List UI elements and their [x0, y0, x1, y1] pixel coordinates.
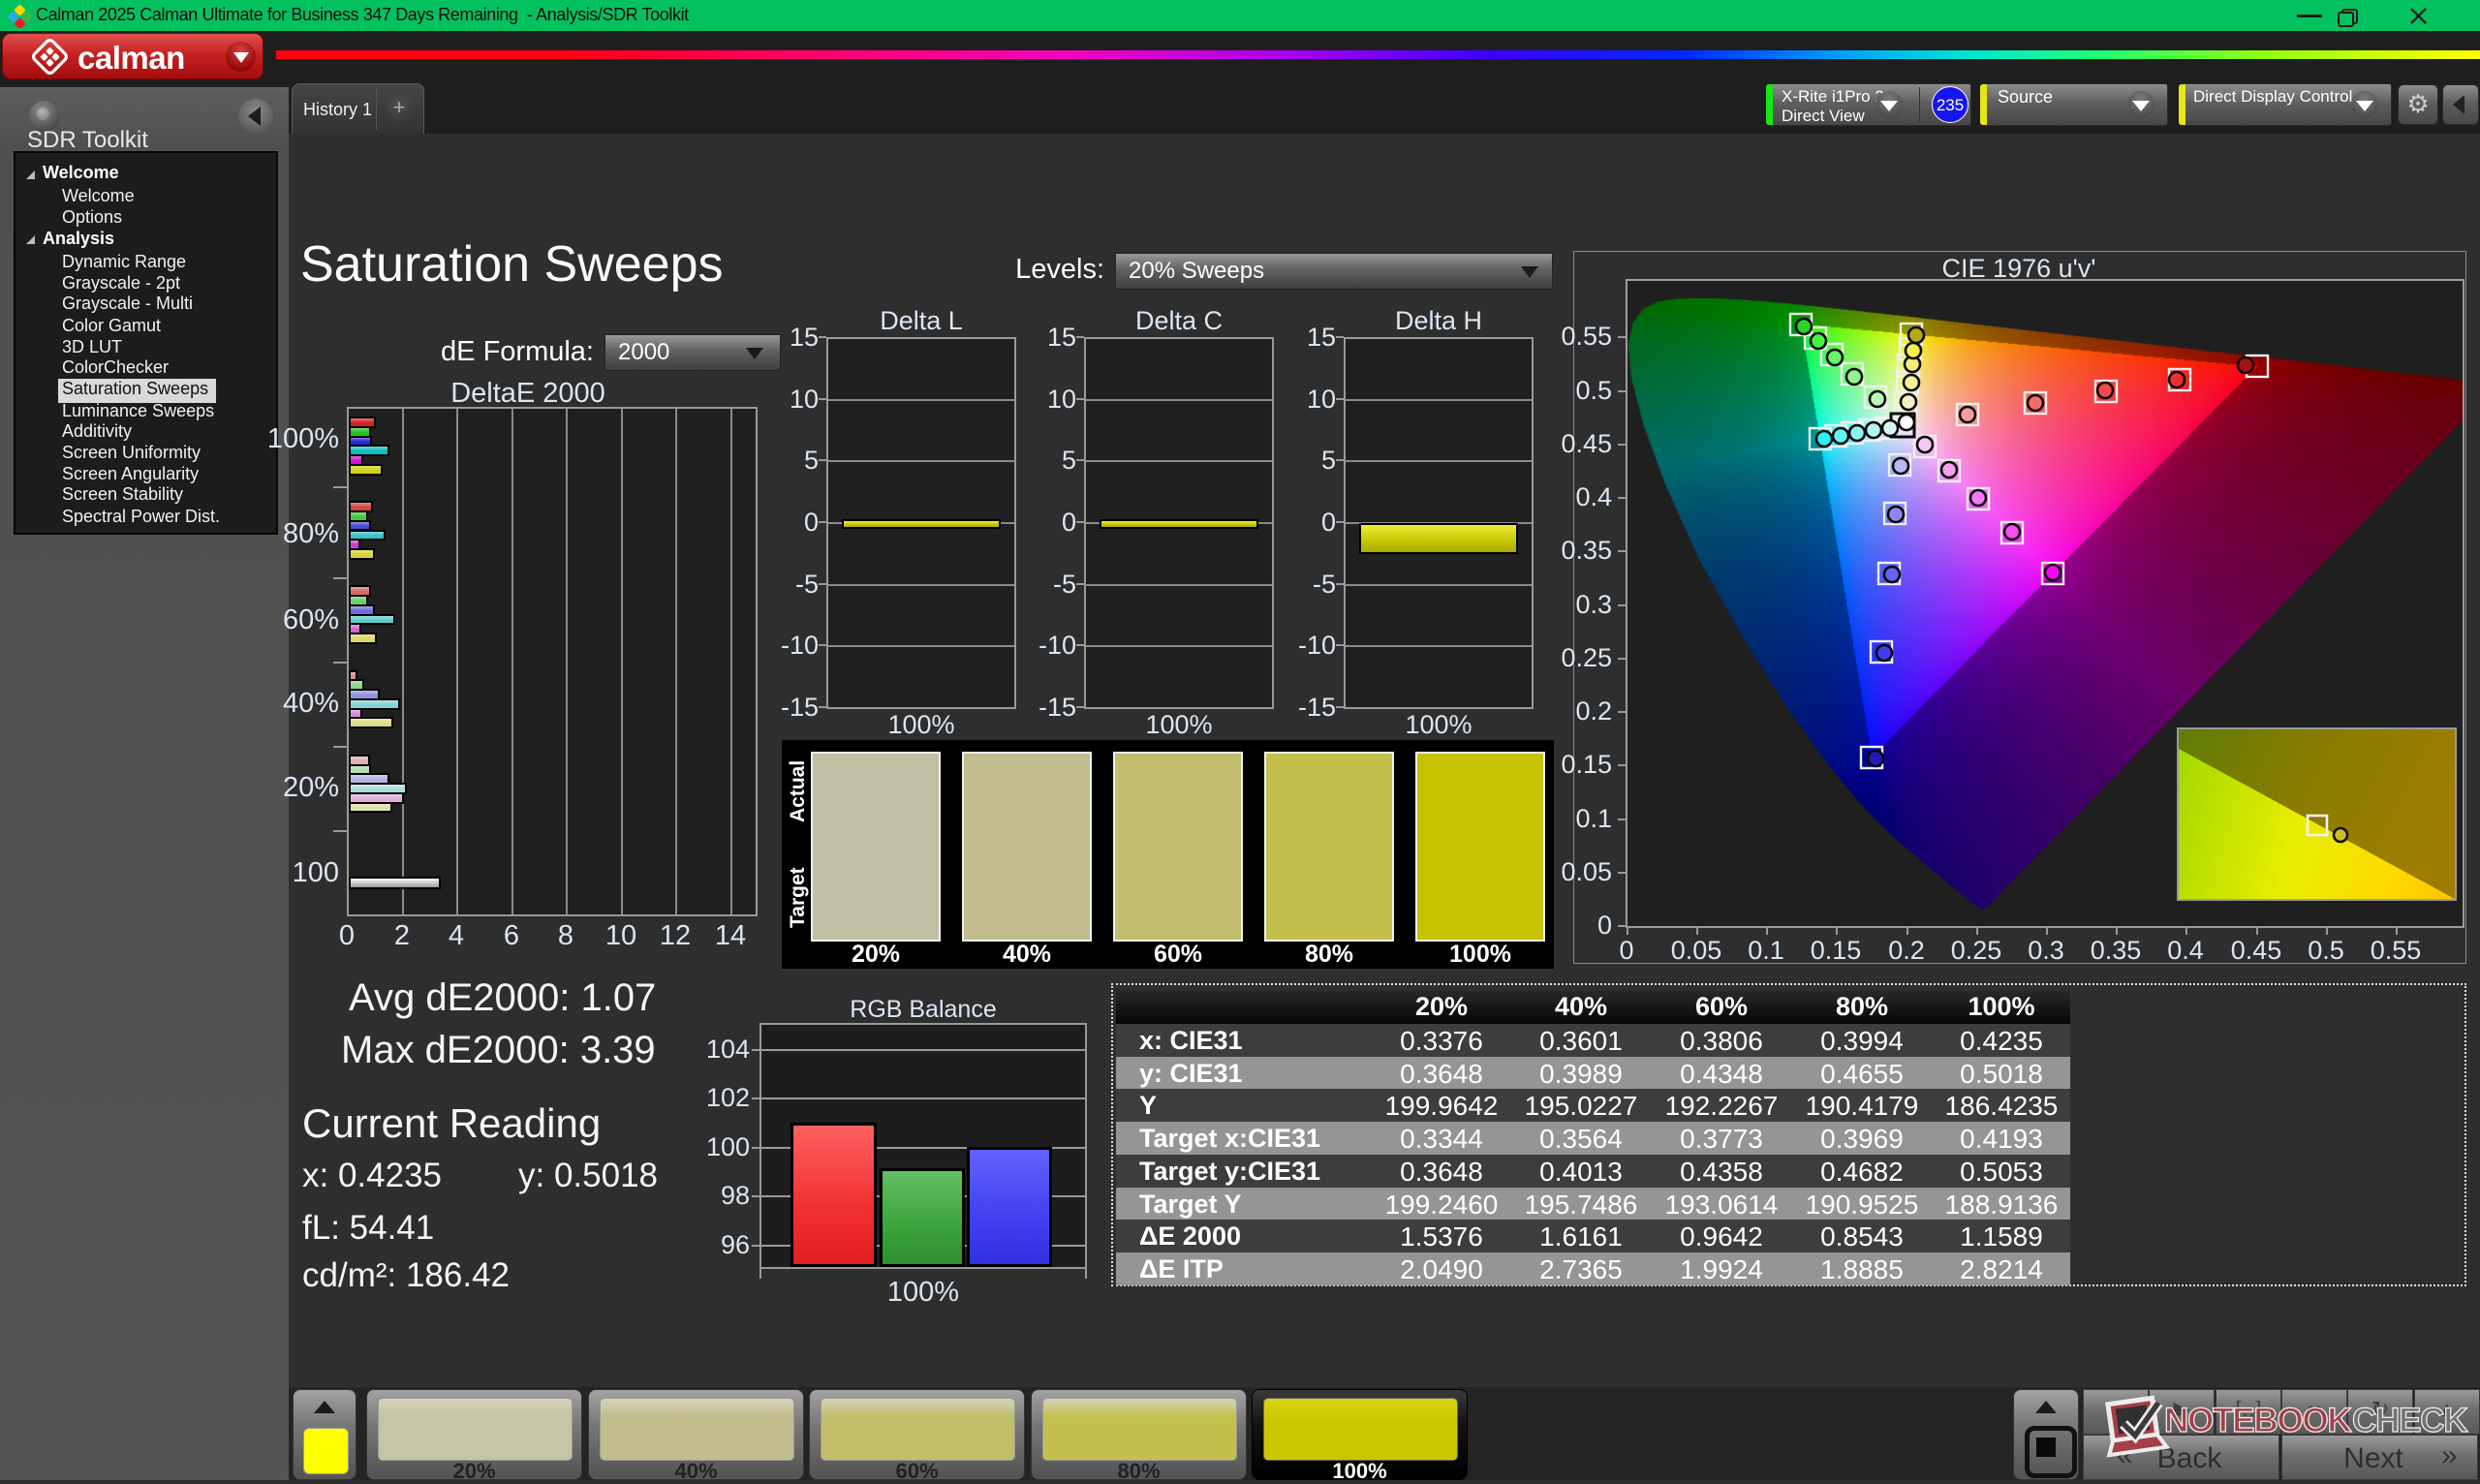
svg-text:NOTEBOOK: NOTEBOOK	[2164, 1402, 2352, 1439]
svg-text:CHECK: CHECK	[2352, 1402, 2467, 1439]
